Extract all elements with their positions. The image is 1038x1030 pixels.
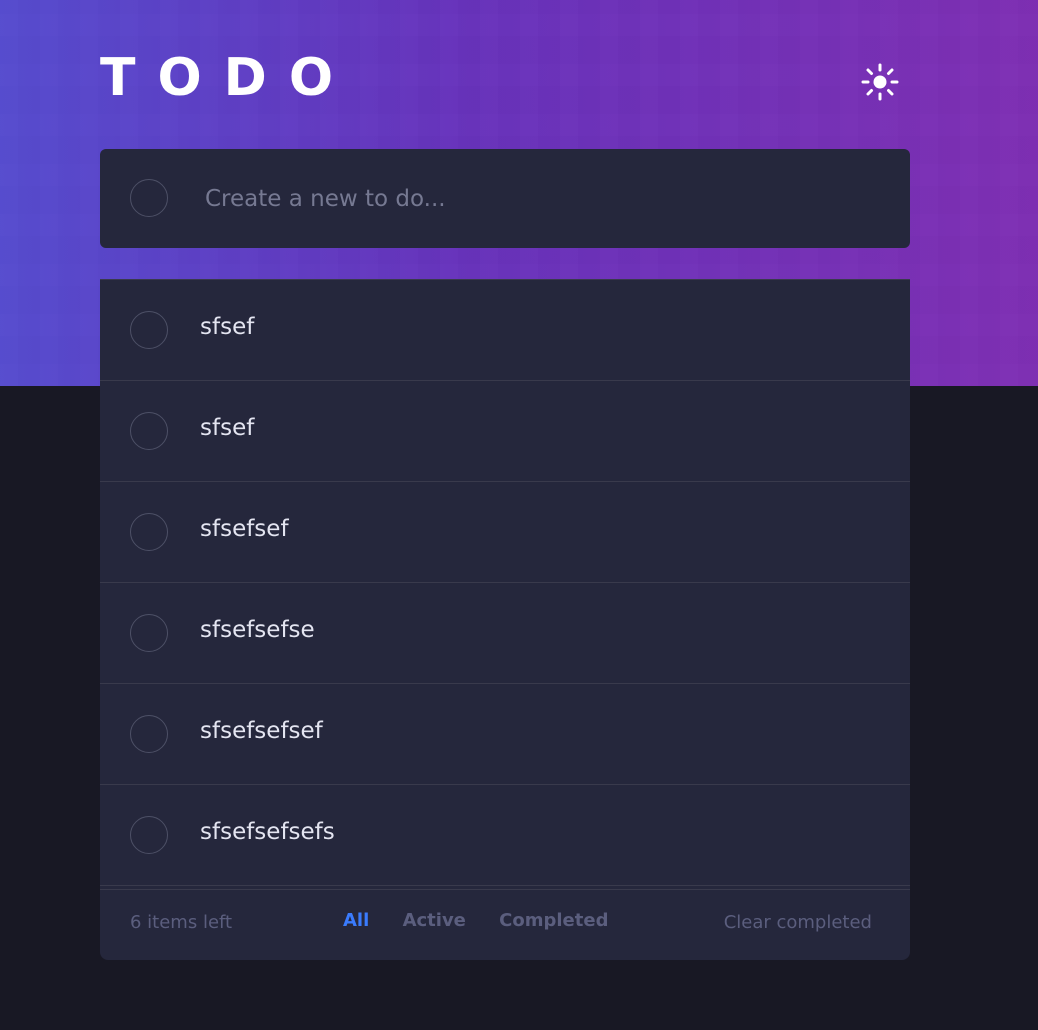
- app-title: TODO: [100, 48, 356, 108]
- todo-item[interactable]: sfsef: [100, 381, 910, 482]
- todo-text: sfsefsefse: [200, 617, 315, 643]
- new-todo-card: [100, 149, 910, 248]
- todo-checkbox[interactable]: [130, 311, 168, 349]
- sun-icon: [861, 63, 899, 101]
- todo-item[interactable]: sfsef: [100, 279, 910, 381]
- filter-group: All Active Completed: [343, 910, 635, 931]
- todo-text: sfsef: [200, 415, 255, 441]
- todo-text: sfsefsef: [200, 516, 289, 542]
- todo-checkbox[interactable]: [130, 816, 168, 854]
- new-todo-input[interactable]: [203, 174, 887, 224]
- new-todo-checkbox[interactable]: [130, 179, 168, 217]
- todo-item[interactable]: sfsefsefsef: [100, 684, 910, 785]
- todo-checkbox[interactable]: [130, 513, 168, 551]
- todo-item[interactable]: sfsefsef: [100, 482, 910, 583]
- filter-completed[interactable]: Completed: [499, 910, 608, 931]
- todo-checkbox[interactable]: [130, 715, 168, 753]
- todo-item[interactable]: sfsefsefse: [100, 583, 910, 684]
- todo-text: sfsefsefsef: [200, 718, 323, 744]
- todo-checkbox[interactable]: [130, 614, 168, 652]
- todo-text: sfsef: [200, 314, 255, 340]
- filter-active[interactable]: Active: [403, 910, 466, 931]
- filter-all[interactable]: All: [343, 910, 369, 931]
- clear-completed-button[interactable]: Clear completed: [724, 912, 872, 933]
- theme-toggle-button[interactable]: [860, 62, 900, 102]
- todo-item[interactable]: sfsefsefsefs: [100, 785, 910, 886]
- todo-list: sfsef sfsef sfsefsef sfsefsefse sfsefsef…: [100, 279, 910, 960]
- todo-checkbox[interactable]: [130, 412, 168, 450]
- todo-footer: 6 items left All Active Completed Clear …: [100, 889, 910, 960]
- items-left-count: 6 items left: [130, 912, 233, 933]
- todo-text: sfsefsefsefs: [200, 819, 335, 845]
